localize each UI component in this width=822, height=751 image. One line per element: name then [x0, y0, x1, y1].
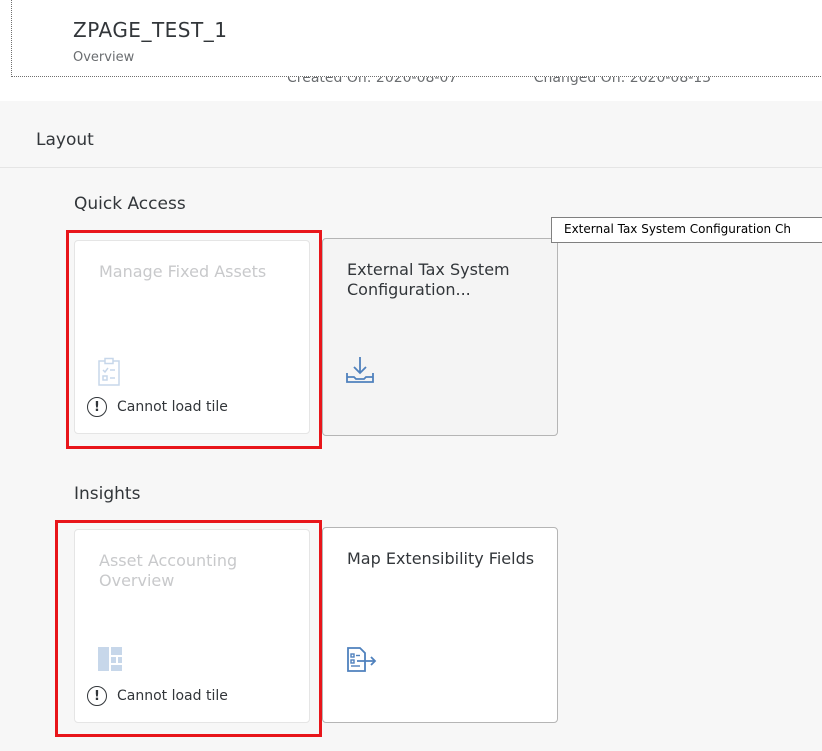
tile-external-tax-system-configuration[interactable]: External Tax System Configuration...	[322, 238, 558, 436]
page-header: Created On: 2020-08-07 Changed On: 2020-…	[0, 0, 822, 100]
layout-title: Layout	[36, 130, 94, 150]
tile-title: Map Extensibility Fields	[347, 549, 535, 568]
tile-map-extensibility-fields[interactable]: Map Extensibility Fields	[322, 527, 558, 723]
error-highlight-frame	[55, 520, 322, 737]
tile-tooltip: External Tax System Configuration Ch	[551, 217, 822, 243]
layout-section: Layout Quick Access Manage Fixed Assets …	[0, 101, 822, 751]
layout-section-header: Layout	[0, 101, 822, 168]
error-highlight-frame	[66, 230, 322, 449]
title-area: ZPAGE_TEST_1 Overview	[11, 0, 822, 77]
group-title-quick-access: Quick Access	[74, 194, 186, 214]
tile-title: External Tax System Configuration...	[347, 260, 510, 299]
inbox-download-icon	[345, 355, 375, 385]
document-export-icon	[345, 644, 377, 674]
group-title-insights: Insights	[74, 484, 141, 504]
page-title: ZPAGE_TEST_1	[73, 18, 228, 42]
page-subtitle: Overview	[73, 50, 135, 65]
